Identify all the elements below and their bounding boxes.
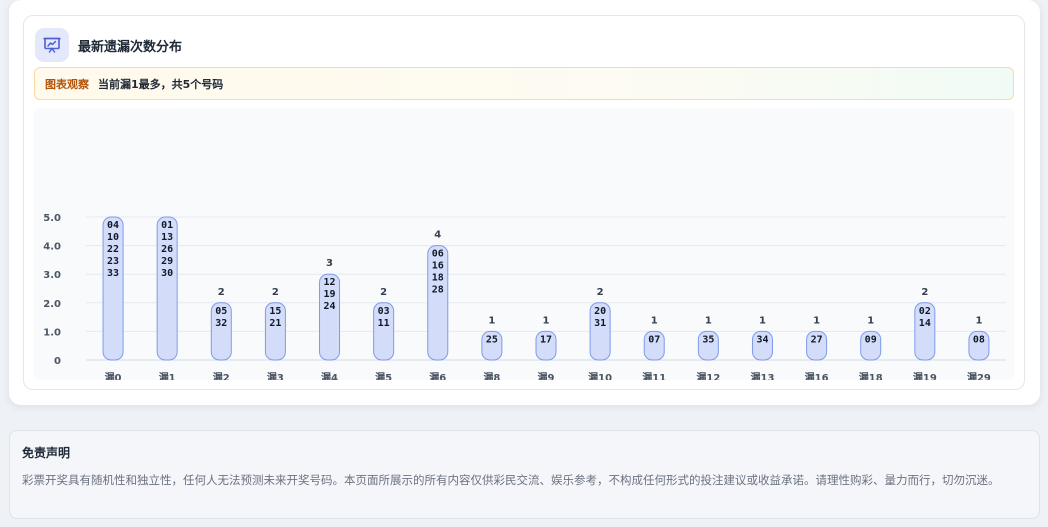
bar-value-label: 1 (488, 315, 495, 326)
bar-number-label: 18 (432, 273, 444, 284)
bar-value-label: 1 (867, 315, 874, 326)
bar-number-label: 07 (648, 334, 660, 345)
bar-value-label: 1 (651, 315, 658, 326)
x-tick-label: 漏9 (538, 371, 555, 380)
bar-value-label: 1 (813, 315, 820, 326)
bar-value-label: 2 (272, 287, 279, 298)
bar-number-label: 29 (161, 256, 173, 267)
bar-number-label: 35 (702, 334, 714, 345)
x-tick-label: 漏8 (483, 371, 500, 380)
disclaimer-title: 免责声明 (22, 446, 71, 460)
bar-number-label: 34 (756, 334, 768, 345)
x-tick-label: 漏12 (696, 371, 720, 380)
chart-title: 最新遗漏次数分布 (78, 39, 183, 55)
bar-number-label: 14 (919, 318, 931, 329)
x-tick-label: 漏11 (642, 371, 666, 380)
bar-number-label: 22 (107, 244, 119, 255)
bar-number-label: 27 (811, 334, 823, 345)
bar-number-label: 05 (215, 306, 227, 317)
bar-number-label: 25 (486, 334, 498, 345)
bar-number-label: 01 (161, 220, 173, 231)
chart-presentation-icon (35, 28, 69, 62)
x-tick-label: 漏0 (105, 371, 122, 380)
bar-number-label: 15 (269, 306, 281, 317)
bar-number-label: 23 (107, 256, 119, 267)
bar-number-label: 26 (161, 244, 173, 255)
x-tick-label: 漏18 (859, 371, 883, 380)
y-tick-label: 0 (54, 356, 61, 367)
bar-number-label: 30 (161, 268, 173, 279)
bar-value-label: 2 (380, 287, 387, 298)
bar-number-label: 20 (594, 306, 606, 317)
y-tick-label: 3.0 (43, 270, 61, 281)
bar-value-label: 2 (597, 287, 604, 298)
bar-value-label: 1 (543, 315, 550, 326)
x-tick-label: 漏13 (751, 371, 775, 380)
x-tick-label: 漏4 (321, 371, 338, 380)
bar-number-label: 02 (919, 306, 931, 317)
bar-number-label: 16 (432, 261, 444, 272)
insight-tag: 图表观察 (45, 77, 89, 91)
bar-number-label: 13 (161, 232, 173, 243)
bar-number-label: 12 (324, 277, 336, 288)
x-tick-label: 漏6 (429, 371, 446, 380)
bar-number-label: 04 (107, 220, 119, 231)
bar-number-label: 19 (324, 289, 336, 300)
bar-number-label: 09 (865, 334, 877, 345)
distribution-card: 最新遗漏次数分布 图表观察 当前漏1最多，共5个号码 0 1.0 2.0 3.0 4.0… (9, 0, 1040, 405)
chart-panel: 最新遗漏次数分布 图表观察 当前漏1最多，共5个号码 0 1.0 2.0 3.0 4.0… (23, 15, 1025, 390)
bar-number-label: 33 (107, 268, 119, 279)
x-tick-label: 漏29 (967, 371, 991, 380)
bar-number-label: 08 (973, 334, 985, 345)
bar-number-label: 11 (378, 318, 390, 329)
bar-number-label: 10 (107, 232, 119, 243)
bar-number-label: 03 (378, 306, 390, 317)
bar-value-label: 2 (218, 287, 225, 298)
chart-header: 最新遗漏次数分布 (35, 27, 182, 63)
bar-value-label: 4 (434, 230, 441, 241)
bar-number-label: 21 (269, 318, 281, 329)
plot-area: 0 1.0 2.0 3.0 4.0 5.0 04 10 22 23 33 漏0 01 13 26 29 30 漏1… (34, 108, 1014, 380)
bar-number-label: 28 (432, 285, 444, 296)
disclaimer-panel: 免责声明 彩票开奖具有随机性和独立性，任何人无法预测未来开奖号码。本页面所展示的… (9, 430, 1040, 519)
chart-insight-banner: 图表观察 当前漏1最多，共5个号码 (34, 67, 1014, 100)
x-tick-label: 漏1 (159, 371, 176, 380)
bar-value-label: 1 (759, 315, 766, 326)
bar-value-label: 1 (975, 315, 982, 326)
bar-number-label: 17 (540, 334, 552, 345)
disclaimer-text: 彩票开奖具有随机性和独立性，任何人无法预测未来开奖号码。本页面所展示的所有内容仅… (22, 473, 1000, 487)
y-tick-label: 4.0 (43, 242, 61, 253)
y-tick-label: 2.0 (43, 299, 61, 310)
x-tick-label: 漏19 (913, 371, 937, 380)
bar-value-label: 2 (921, 287, 928, 298)
x-tick-label: 漏2 (213, 371, 230, 380)
bar-number-label: 06 (432, 249, 444, 260)
y-tick-label: 5.0 (43, 213, 61, 224)
y-tick-label: 1.0 (43, 327, 61, 338)
x-tick-label: 漏3 (267, 371, 284, 380)
insight-text: 当前漏1最多，共5个号码 (98, 77, 224, 91)
bar-number-label: 32 (215, 318, 227, 329)
x-tick-label: 漏5 (375, 371, 392, 380)
x-tick-label: 漏16 (805, 371, 829, 380)
bar-value-label: 1 (705, 315, 712, 326)
x-tick-label: 漏10 (588, 371, 612, 380)
bar-value-label: 3 (326, 258, 333, 269)
bar-chart: 01.02.03.04.05.00410222333漏00113262930漏1… (43, 213, 1006, 380)
bar-number-label: 24 (324, 301, 336, 312)
bar-number-label: 31 (594, 318, 606, 329)
